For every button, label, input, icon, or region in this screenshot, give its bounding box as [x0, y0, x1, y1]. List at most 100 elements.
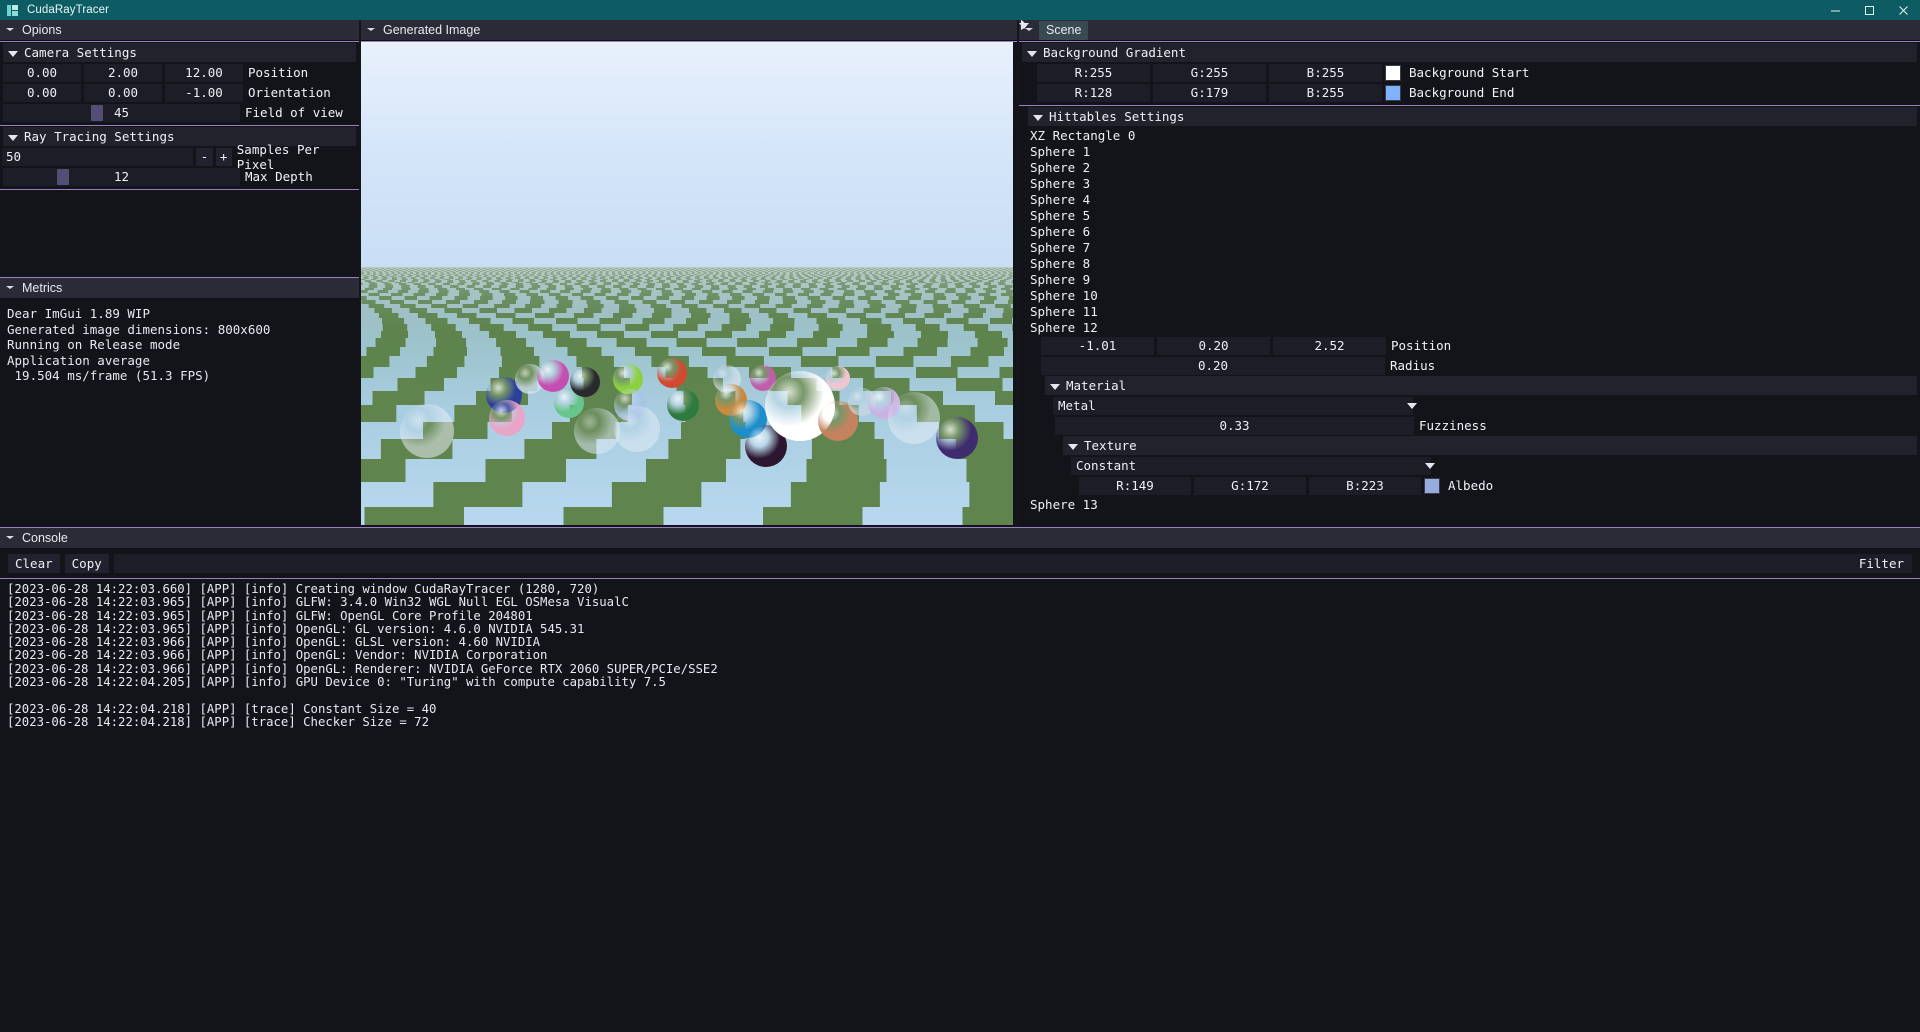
hittable-label: Sphere 6 [1030, 224, 1090, 239]
checker-row [361, 459, 1013, 481]
camera-orientation-y[interactable]: 0.00 [84, 84, 162, 102]
sphere-position-y[interactable]: 0.20 [1157, 337, 1270, 355]
sphere-position-x[interactable]: -1.01 [1041, 337, 1154, 355]
hittables-settings-header[interactable]: Hittables Settings [1028, 107, 1917, 126]
triangle-down-icon[interactable] [1068, 441, 1078, 451]
metrics-panel-header[interactable]: Metrics [0, 278, 359, 299]
background-end-r[interactable]: R:128 [1037, 84, 1150, 102]
metrics-line: Application average [7, 353, 359, 369]
hittable-item-5[interactable]: Sphere 5 [1019, 207, 1920, 223]
max-depth-slider[interactable]: 12 [3, 168, 240, 186]
triangle-down-icon[interactable] [1027, 48, 1037, 58]
chevron-down-icon[interactable] [367, 26, 376, 35]
background-start-swatch[interactable] [1385, 65, 1401, 81]
scene-sphere [537, 360, 569, 392]
albedo-swatch[interactable] [1424, 478, 1440, 494]
hittable-item-9[interactable]: Sphere 9 [1019, 271, 1920, 287]
metrics-line: Dear ImGui 1.89 WIP [7, 306, 359, 322]
triangle-down-icon[interactable] [8, 48, 18, 58]
camera-orientation-label: Orientation [248, 85, 331, 100]
triangle-down-icon[interactable] [1033, 112, 1043, 122]
triangle-down-icon[interactable] [8, 132, 18, 142]
chevron-down-icon[interactable] [6, 26, 15, 35]
background-start-g[interactable]: G:255 [1153, 64, 1266, 82]
material-type-combo[interactable]: Metal [1053, 397, 1413, 415]
chevron-down-icon[interactable] [6, 534, 15, 543]
options-panel-header[interactable]: Opions [0, 20, 359, 41]
camera-settings-header[interactable]: Camera Settings [3, 43, 356, 62]
hittable-item-1[interactable]: Sphere 1 [1019, 143, 1920, 159]
hittable-label: Sphere 11 [1030, 304, 1098, 319]
checker-row [361, 347, 1013, 356]
hittable-item-12[interactable]: Sphere 12 [1019, 319, 1920, 335]
background-end-g[interactable]: G:179 [1153, 84, 1266, 102]
metrics-panel-title: Metrics [22, 281, 62, 295]
background-start-b[interactable]: B:255 [1269, 64, 1382, 82]
hittable-item-2[interactable]: Sphere 2 [1019, 159, 1920, 175]
panel-separator [0, 41, 359, 42]
minimize-icon[interactable] [1818, 0, 1852, 20]
hittable-item-8[interactable]: Sphere 8 [1019, 255, 1920, 271]
texture-header[interactable]: Texture [1063, 436, 1917, 455]
hittable-label: Sphere 7 [1030, 240, 1090, 255]
camera-position-z[interactable]: 12.00 [165, 64, 243, 82]
field-of-view-value: 45 [114, 105, 129, 120]
console-log[interactable]: [2023-06-28 14:22:03.660] [APP] [info] C… [0, 579, 1920, 729]
scene-panel-header[interactable]: Scene [1019, 20, 1920, 41]
console-line: [2023-06-28 14:22:03.966] [APP] [info] O… [7, 649, 1920, 662]
camera-orientation-z[interactable]: -1.00 [165, 84, 243, 102]
slider-grab[interactable] [91, 105, 103, 121]
albedo-r[interactable]: R:149 [1079, 477, 1191, 495]
field-of-view-slider[interactable]: 45 [3, 104, 240, 122]
checker-row [361, 331, 1013, 338]
fuzziness-slider[interactable]: 0.33 [1055, 417, 1414, 435]
hittable-item-13[interactable]: Sphere 13 [1019, 496, 1920, 512]
hittable-item-0[interactable]: XZ Rectangle 0 [1019, 127, 1920, 143]
hittable-item-7[interactable]: Sphere 7 [1019, 239, 1920, 255]
scene-panel-title[interactable]: Scene [1039, 21, 1088, 40]
camera-position-y[interactable]: 2.00 [84, 64, 162, 82]
hittable-item-4[interactable]: Sphere 4 [1019, 191, 1920, 207]
camera-position-x[interactable]: 0.00 [3, 64, 81, 82]
sphere-position-row: -1.010.202.52Position [1041, 336, 1920, 355]
material-header[interactable]: Material [1045, 376, 1917, 395]
hittable-item-3[interactable]: Sphere 3 [1019, 175, 1920, 191]
background-end-swatch[interactable] [1385, 85, 1401, 101]
filter-input[interactable]: Filter [114, 554, 1912, 573]
texture-type-combo[interactable]: Constant [1071, 457, 1431, 475]
hittable-label: XZ Rectangle 0 [1030, 128, 1135, 143]
sphere-radius-slider[interactable]: 0.20 [1041, 357, 1385, 375]
chevron-down-icon[interactable] [6, 284, 15, 293]
image-panel-header[interactable]: Generated Image [361, 20, 1017, 41]
console-panel-header[interactable]: Console [0, 528, 1920, 549]
generated-image-panel: Generated Image [361, 20, 1017, 527]
texture-type-combo-row: Constant [1071, 456, 1920, 475]
hittable-item-6[interactable]: Sphere 6 [1019, 223, 1920, 239]
window-titlebar[interactable]: CudaRayTracer [0, 0, 1920, 20]
albedo-g[interactable]: G:172 [1194, 477, 1306, 495]
albedo-b[interactable]: B:223 [1309, 477, 1421, 495]
triangle-down-icon[interactable] [1050, 381, 1060, 391]
clear-button[interactable]: Clear [8, 554, 60, 573]
background-gradient-header[interactable]: Background Gradient [1022, 43, 1917, 62]
slider-grab[interactable] [57, 169, 69, 185]
background-end-b[interactable]: B:255 [1269, 84, 1382, 102]
sphere-position-z[interactable]: 2.52 [1273, 337, 1386, 355]
samples-decrement-button[interactable]: - [196, 148, 212, 166]
ray-tracing-settings-label: Ray Tracing Settings [24, 129, 175, 144]
render-viewport[interactable] [361, 42, 1013, 525]
copy-button[interactable]: Copy [65, 554, 109, 573]
hittable-item-10[interactable]: Sphere 10 [1019, 287, 1920, 303]
sphere-radius-row: 0.20Radius [1041, 356, 1920, 375]
close-icon[interactable] [1886, 0, 1920, 20]
samples-per-pixel-input[interactable]: 50 [2, 148, 193, 166]
samples-increment-button[interactable]: + [216, 148, 232, 166]
camera-orientation-x[interactable]: 0.00 [3, 84, 81, 102]
background-start-r[interactable]: R:255 [1037, 64, 1150, 82]
hittable-label: Sphere 3 [1030, 176, 1090, 191]
options-separator-3 [0, 189, 359, 190]
console-line: [2023-06-28 14:22:03.966] [APP] [info] O… [7, 636, 1920, 649]
maximize-icon[interactable] [1852, 0, 1886, 20]
hittable-item-11[interactable]: Sphere 11 [1019, 303, 1920, 319]
metrics-line: Running on Release mode [7, 337, 359, 353]
